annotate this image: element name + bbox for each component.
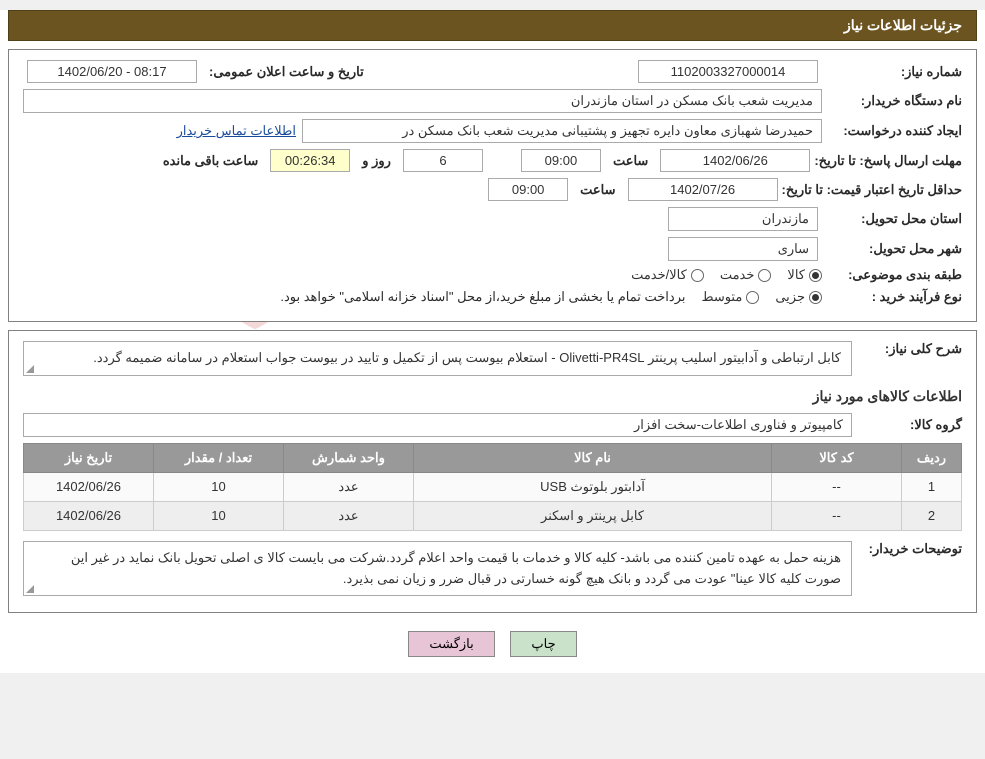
- row-buyer-notes: توضیحات خریدار: هزینه حمل به عهده تامین …: [23, 541, 962, 597]
- items-section: شرح کلی نیاز: کابل ارتباطی و آدابیتور اس…: [8, 330, 977, 613]
- back-button[interactable]: بازگشت: [408, 631, 494, 657]
- city-value: ساری: [668, 237, 818, 261]
- radio-circle-icon: [758, 269, 771, 282]
- group-value: کامپیوتر و فناوری اطلاعات-سخت افزار: [23, 413, 852, 437]
- remaining-label: ساعت باقی مانده: [163, 153, 258, 169]
- radio-circle-icon: [809, 269, 822, 282]
- row-requester: ایجاد کننده درخواست: حمیدرضا شهبازی معاو…: [23, 119, 962, 143]
- th-code: کد کالا: [772, 443, 902, 472]
- page-container: AriaTender.net جزئیات اطلاعات نیاز شماره…: [0, 10, 985, 673]
- radio-medium[interactable]: متوسط: [701, 289, 759, 305]
- cell-unit: عدد: [284, 501, 414, 530]
- province-label: استان محل تحویل:: [822, 211, 962, 227]
- cell-unit: عدد: [284, 472, 414, 501]
- buyer-contact-link[interactable]: اطلاعات تماس خریدار: [177, 123, 296, 139]
- cell-qty: 10: [154, 501, 284, 530]
- row-province: استان محل تحویل: مازندران: [23, 207, 962, 231]
- th-qty: تعداد / مقدار: [154, 443, 284, 472]
- announce-datetime-value: 08:17 - 1402/06/20: [27, 60, 197, 83]
- radio-service[interactable]: خدمت: [720, 267, 772, 283]
- cell-qty: 10: [154, 472, 284, 501]
- cat-goods-label: کالا: [787, 267, 805, 283]
- items-title: اطلاعات کالاهای مورد نیاز: [23, 388, 962, 405]
- th-date: تاریخ نیاز: [24, 443, 154, 472]
- row-need-number: شماره نیاز: 1102003327000014 تاریخ و ساع…: [23, 60, 962, 83]
- row-category: طبقه بندی موضوعی: کالا خدمت کالا/خدمت: [23, 267, 962, 283]
- pt-medium-label: متوسط: [701, 289, 742, 305]
- overall-desc-label: شرح کلی نیاز:: [852, 341, 962, 357]
- city-label: شهر محل تحویل:: [822, 241, 962, 257]
- radio-partial[interactable]: جزیی: [775, 289, 822, 305]
- print-button[interactable]: چاپ: [510, 631, 576, 657]
- radio-goods[interactable]: کالا: [787, 267, 822, 283]
- row-overall-desc: شرح کلی نیاز: کابل ارتباطی و آدابیتور اس…: [23, 341, 962, 376]
- validity-time-label: ساعت: [580, 182, 615, 198]
- overall-desc-text: کابل ارتباطی و آدابیتور اسلیب پرینتر Oli…: [93, 350, 841, 365]
- requester-value: حمیدرضا شهبازی معاون دایره تجهیز و پشتیب…: [302, 119, 822, 143]
- deadline-date: 1402/06/26: [660, 149, 810, 172]
- days-and-label: روز و: [362, 153, 391, 169]
- cat-goods-service-label: کالا/خدمت: [631, 267, 687, 283]
- resize-handle-icon[interactable]: [26, 585, 34, 593]
- purchase-type-label: نوع فرآیند خرید :: [822, 289, 962, 305]
- table-row: 1 -- آدابتور بلوتوث USB عدد 10 1402/06/2…: [24, 472, 962, 501]
- row-city: شهر محل تحویل: ساری: [23, 237, 962, 261]
- button-bar: چاپ بازگشت: [0, 621, 985, 673]
- cell-name: کابل پرینتر و اسکنر: [414, 501, 772, 530]
- main-info-section: شماره نیاز: 1102003327000014 تاریخ و ساع…: [8, 49, 977, 322]
- table-header-row: ردیف کد کالا نام کالا واحد شمارش تعداد /…: [24, 443, 962, 472]
- radio-circle-icon: [746, 291, 759, 304]
- overall-desc-box: کابل ارتباطی و آدابیتور اسلیب پرینتر Oli…: [23, 341, 852, 376]
- cell-date: 1402/06/26: [24, 501, 154, 530]
- cell-date: 1402/06/26: [24, 472, 154, 501]
- pt-partial-label: جزیی: [775, 289, 805, 305]
- header-title-bar: جزئیات اطلاعات نیاز: [8, 10, 977, 41]
- th-name: نام کالا: [414, 443, 772, 472]
- radio-circle-icon: [691, 269, 704, 282]
- th-row: ردیف: [902, 443, 962, 472]
- row-group: گروه کالا: کامپیوتر و فناوری اطلاعات-سخت…: [23, 413, 962, 437]
- requester-label: ایجاد کننده درخواست:: [822, 123, 962, 139]
- cell-row: 1: [902, 472, 962, 501]
- validity-label: حداقل تاریخ اعتبار قیمت: تا تاریخ:: [782, 182, 962, 198]
- payment-note: برداخت تمام یا بخشی از مبلغ خرید،از محل …: [280, 289, 685, 305]
- cell-name: آدابتور بلوتوث USB: [414, 472, 772, 501]
- table-row: 2 -- کابل پرینتر و اسکنر عدد 10 1402/06/…: [24, 501, 962, 530]
- cat-service-label: خدمت: [720, 267, 755, 283]
- buyer-notes-box: هزینه حمل به عهده تامین کننده می باشد- ک…: [23, 541, 852, 597]
- validity-time: 09:00: [488, 178, 568, 201]
- need-number-label: شماره نیاز:: [822, 64, 962, 80]
- row-purchase-type: نوع فرآیند خرید : جزیی متوسط برداخت تمام…: [23, 289, 962, 305]
- cell-code: --: [772, 472, 902, 501]
- cell-code: --: [772, 501, 902, 530]
- need-number-value: 1102003327000014: [638, 60, 818, 83]
- radio-goods-service[interactable]: کالا/خدمت: [631, 267, 704, 283]
- countdown-value: 00:26:34: [270, 149, 350, 172]
- items-table: ردیف کد کالا نام کالا واحد شمارش تعداد /…: [23, 443, 962, 531]
- th-unit: واحد شمارش: [284, 443, 414, 472]
- row-deadline: مهلت ارسال پاسخ: تا تاریخ: 1402/06/26 سا…: [23, 149, 962, 172]
- header-title: جزئیات اطلاعات نیاز: [844, 17, 962, 33]
- cell-row: 2: [902, 501, 962, 530]
- resize-handle-icon[interactable]: [26, 365, 34, 373]
- category-label: طبقه بندی موضوعی:: [822, 267, 962, 283]
- group-label: گروه کالا:: [852, 417, 962, 433]
- deadline-time-label: ساعت: [613, 153, 648, 169]
- province-value: مازندران: [668, 207, 818, 231]
- buyer-org-label: نام دستگاه خریدار:: [822, 93, 962, 109]
- validity-date: 1402/07/26: [628, 178, 778, 201]
- buyer-org-value: مدیریت شعب بانک مسکن در استان مازندران: [23, 89, 822, 113]
- radio-circle-icon: [809, 291, 822, 304]
- days-remaining: 6: [403, 149, 483, 172]
- deadline-time: 09:00: [521, 149, 601, 172]
- deadline-label: مهلت ارسال پاسخ: تا تاریخ:: [814, 153, 962, 169]
- buyer-notes-label: توضیحات خریدار:: [852, 541, 962, 557]
- row-buyer-org: نام دستگاه خریدار: مدیریت شعب بانک مسکن …: [23, 89, 962, 113]
- buyer-notes-text: هزینه حمل به عهده تامین کننده می باشد- ک…: [71, 550, 841, 586]
- row-validity: حداقل تاریخ اعتبار قیمت: تا تاریخ: 1402/…: [23, 178, 962, 201]
- announce-datetime-label: تاریخ و ساعت اعلان عمومی:: [209, 64, 364, 80]
